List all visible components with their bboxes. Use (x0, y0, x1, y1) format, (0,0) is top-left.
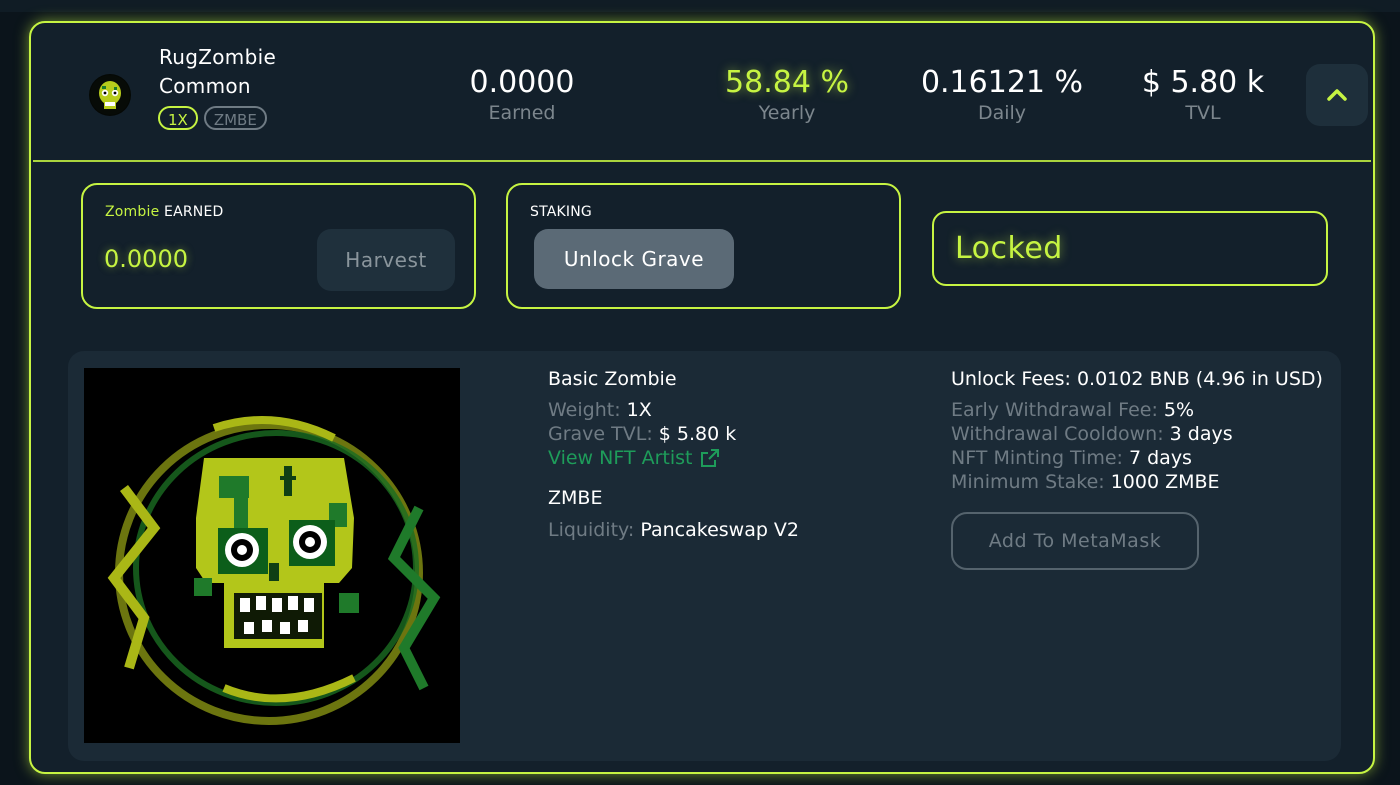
earned-panel-title-rest: EARNED (164, 204, 224, 220)
tvl-stat: $ 5.80 k TVL (1137, 65, 1269, 124)
daily-stat: 0.16121 % Daily (916, 65, 1088, 124)
minting-label: NFT Minting Time: (951, 447, 1123, 469)
cooldown-row: Withdrawal Cooldown: 3 days (951, 422, 1323, 446)
top-bar (0, 0, 1400, 12)
min-stake-row: Minimum Stake: 1000 ZMBE (951, 470, 1323, 494)
grave-card: RugZombie Common 1X ZMBE 0.0000 Earned 5… (29, 21, 1375, 774)
earned-panel: Zombie EARNED 0.0000 Harvest (81, 183, 476, 309)
token-name: ZMBE (548, 487, 603, 509)
earned-panel-value: 0.0000 (104, 245, 188, 273)
early-fee-value: 5% (1163, 399, 1195, 421)
cooldown-value: 3 days (1169, 423, 1233, 445)
daily-stat-label: Daily (977, 102, 1027, 124)
unlock-fees: Unlock Fees: 0.0102 BNB (4.96 in USD) (951, 368, 1323, 390)
grave-badges: 1X ZMBE (158, 106, 267, 130)
weight-row: Weight: 1X (548, 398, 799, 422)
unlock-grave-button[interactable]: Unlock Grave (534, 229, 734, 289)
cooldown-label: Withdrawal Cooldown: (951, 423, 1164, 445)
grave-name-line1: RugZombie (159, 45, 277, 69)
grave-tvl-label: Grave TVL: (548, 423, 653, 445)
zombie-skull-art-icon (84, 368, 460, 743)
earned-stat-label: Earned (488, 102, 556, 124)
yearly-stat: 58.84 % Yearly (715, 65, 859, 124)
liquidity-label: Liquidity: (548, 519, 635, 541)
grave-name-line2: Common (159, 74, 251, 98)
view-nft-artist-link[interactable]: View NFT Artist (548, 446, 799, 470)
nft-artwork (84, 368, 460, 743)
staking-panel: STAKING Unlock Grave (506, 183, 901, 309)
token-badge: ZMBE (203, 106, 267, 130)
liquidity-row: Liquidity: Pancakeswap V2 (548, 518, 799, 542)
earned-stat-value: 0.0000 (469, 65, 575, 100)
tvl-stat-label: TVL (1185, 102, 1221, 124)
view-nft-artist-label: View NFT Artist (548, 447, 693, 469)
earned-stat: 0.0000 Earned (457, 65, 587, 124)
grave-fees-info: Unlock Fees: 0.0102 BNB (4.96 in USD) Ea… (951, 367, 1323, 494)
grave-details: Basic Zombie Weight: 1X Grave TVL: $ 5.8… (68, 351, 1341, 761)
weight-label: Weight: (548, 399, 621, 421)
external-link-icon (701, 449, 720, 467)
yearly-stat-label: Yearly (758, 102, 816, 124)
tvl-stat-value: $ 5.80 k (1141, 65, 1265, 100)
multiplier-badge: 1X (158, 106, 198, 130)
minting-row: NFT Minting Time: 7 days (951, 446, 1323, 470)
earned-panel-title: Zombie EARNED (105, 204, 224, 220)
add-to-metamask-button[interactable]: Add To MetaMask (951, 512, 1199, 570)
yearly-stat-value: 58.84 % (725, 65, 849, 100)
locked-status-box: Locked (932, 211, 1328, 286)
nft-info: Basic Zombie Weight: 1X Grave TVL: $ 5.8… (548, 367, 799, 542)
grave-tvl-value: $ 5.80 k (658, 423, 737, 445)
grave-name: RugZombie Common (159, 43, 276, 101)
staking-panel-title: STAKING (530, 204, 592, 220)
daily-stat-value: 0.16121 % (920, 65, 1084, 100)
harvest-button[interactable]: Harvest (317, 229, 455, 291)
header-divider (33, 160, 1371, 162)
early-fee-label: Early Withdrawal Fee: (951, 399, 1158, 421)
nft-name: Basic Zombie (548, 368, 677, 390)
min-stake-value: 1000 ZMBE (1110, 471, 1220, 493)
liquidity-value: Pancakeswap V2 (640, 519, 800, 541)
earned-panel-title-accent: Zombie (105, 204, 160, 220)
grave-avatar-icon (89, 74, 131, 116)
collapse-button[interactable] (1306, 64, 1368, 126)
grave-tvl-row: Grave TVL: $ 5.80 k (548, 422, 799, 446)
chevron-up-icon (1327, 89, 1347, 101)
minting-value: 7 days (1128, 447, 1192, 469)
weight-value: 1X (626, 399, 652, 421)
locked-status-text: Locked (955, 231, 1063, 266)
early-fee-row: Early Withdrawal Fee: 5% (951, 398, 1323, 422)
min-stake-label: Minimum Stake: (951, 471, 1105, 493)
